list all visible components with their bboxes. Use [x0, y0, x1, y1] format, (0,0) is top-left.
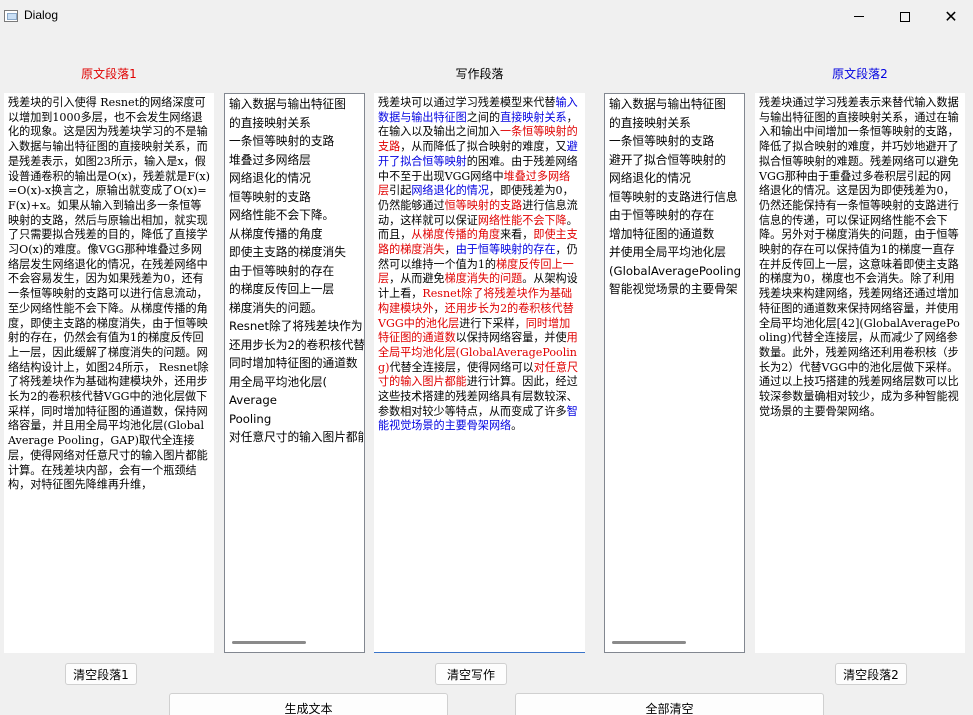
list-item[interactable]: 增加特征图的通道数	[605, 225, 744, 244]
writing-segment: 代替全连接层，使得网络可以	[389, 360, 534, 374]
list-item[interactable]: 即使主支路的梯度消失	[225, 243, 364, 262]
list-item[interactable]: 同时增加特征图的通道数	[225, 354, 364, 373]
para1-textbox[interactable]: 残差块的引入使得 Resnet的网络深度可以增加到1000多层，也不会发生网络退…	[4, 93, 214, 653]
clear-para1-button[interactable]: 清空段落1	[65, 663, 137, 685]
para2-label: 原文段落2	[832, 67, 888, 81]
clear-para2-button[interactable]: 清空段落2	[835, 663, 907, 685]
maximize-button[interactable]	[882, 0, 928, 33]
list-item[interactable]: 网络性能不会下降。	[225, 206, 364, 225]
writing-text: 残差块可以通过学习残差模型来代替输入数据与输出特征图之间的直接映射关系，在输入以…	[374, 93, 585, 437]
list-item[interactable]: 输入数据与输出特征图	[225, 95, 364, 114]
close-button[interactable]: ✕	[928, 0, 973, 33]
phrase-list-2[interactable]: 输入数据与输出特征图 的直接映射关系 一条恒等映射的支路 避开了拟合恒等映射的 网络退化…	[604, 93, 745, 653]
list-item[interactable]: 的直接映射关系	[225, 114, 364, 133]
list-item[interactable]: 由于恒等映射的存在	[605, 206, 744, 225]
list-item[interactable]: 并使用全局平均池化层	[605, 243, 744, 262]
list-item[interactable]: 网络退化的情况	[605, 169, 744, 188]
writing-label: 写作段落	[455, 67, 504, 81]
writing-textbox[interactable]: 残差块可以通过学习残差模型来代替输入数据与输出特征图之间的直接映射关系，在输入以…	[374, 93, 585, 653]
phrase-list-1[interactable]: 输入数据与输出特征图 的直接映射关系 一条恒等映射的支路 堆叠过多网络层 网络退化的情况…	[224, 93, 365, 653]
list-item[interactable]: 堆叠过多网络层	[225, 151, 364, 170]
clear-writing-button[interactable]: 清空写作	[435, 663, 507, 685]
list-item[interactable]: 还用步长为2的卷积核代替	[225, 336, 364, 355]
para1-label: 原文段落1	[81, 67, 137, 81]
list-item[interactable]: Average	[225, 391, 364, 410]
writing-segment: 进行下采样，	[459, 316, 526, 330]
writing-segment: 引起	[389, 184, 412, 198]
list-item[interactable]: (GlobalAveragePooling	[605, 262, 744, 281]
maximize-icon	[900, 11, 910, 22]
para1-text: 残差块的引入使得 Resnet的网络深度可以增加到1000多层，也不会发生网络退…	[8, 96, 210, 492]
minimize-button[interactable]	[836, 0, 882, 33]
scrollbar-thumb[interactable]	[232, 641, 306, 644]
window-title: Dialog	[24, 8, 59, 22]
writing-segment: 梯度消失的问题	[444, 272, 523, 286]
writing-segment: 从梯度传播的角度	[411, 228, 501, 242]
generate-text-button[interactable]: 生成文本	[169, 693, 448, 715]
list-item[interactable]: 智能视觉场景的主要骨架	[605, 280, 744, 299]
minimize-icon	[854, 16, 864, 17]
list-item[interactable]: 恒等映射的支路	[225, 188, 364, 207]
phrase-list-1-hscrollbar[interactable]	[226, 639, 363, 647]
writing-segment: 恒等映射的支路	[444, 198, 523, 212]
list-item[interactable]: Resnet除了将残差块作为	[225, 317, 364, 336]
list-item[interactable]: 避开了拟合恒等映射的	[605, 151, 744, 170]
dialog-app-icon	[4, 10, 18, 22]
title-bar: Dialog ✕	[0, 0, 973, 33]
list-item[interactable]: 输入数据与输出特征图	[605, 95, 744, 114]
writing-segment: ，从而降低了拟合映射的难度，又	[400, 140, 567, 154]
para2-text: 残差块通过学习残差表示来替代输入数据与输出特征图的直接映射关系，通过在输入和输出…	[759, 96, 960, 418]
list-item[interactable]: 用全局平均池化层(	[225, 373, 364, 392]
writing-segment: 。	[511, 419, 523, 433]
list-item[interactable]: 的直接映射关系	[605, 114, 744, 133]
list-item[interactable]: 的梯度反传回上一层	[225, 280, 364, 299]
list-item[interactable]: 由于恒等映射的存在	[225, 262, 364, 281]
clear-all-button[interactable]: 全部清空	[515, 693, 824, 715]
writing-segment: ，从而避免	[389, 272, 445, 286]
writing-segment: ，	[433, 301, 445, 315]
list-item[interactable]: 网络退化的情况	[225, 169, 364, 188]
writing-segment: 之间的	[466, 110, 501, 124]
list-item[interactable]: 从梯度传播的角度	[225, 225, 364, 244]
list-item[interactable]: 梯度消失的问题。	[225, 299, 364, 318]
scrollbar-thumb[interactable]	[612, 641, 686, 644]
close-icon: ✕	[944, 6, 958, 26]
writing-segment: 由于恒等映射的存在	[455, 243, 556, 257]
writing-segment: 来看，	[500, 228, 534, 242]
phrase-list-2-items: 输入数据与输出特征图 的直接映射关系 一条恒等映射的支路 避开了拟合恒等映射的 网络退化…	[605, 94, 744, 299]
para2-textbox[interactable]: 残差块通过学习残差表示来替代输入数据与输出特征图的直接映射关系，通过在输入和输出…	[755, 93, 965, 653]
writing-segment: 残差块可以通过学习残差模型来代替	[378, 96, 556, 109]
list-item[interactable]: 一条恒等映射的支路	[605, 132, 744, 151]
writing-segment: ，	[444, 243, 456, 257]
list-item[interactable]: Pooling	[225, 410, 364, 429]
writing-segment: 网络退化的情况	[411, 184, 489, 198]
writing-segment: 网络性能不会下降	[477, 213, 567, 227]
list-item[interactable]: 恒等映射的支路进行信息	[605, 188, 744, 207]
phrase-list-1-items: 输入数据与输出特征图 的直接映射关系 一条恒等映射的支路 堆叠过多网络层 网络退化的情况…	[225, 94, 364, 447]
writing-segment: 直接映射关系	[500, 110, 567, 124]
writing-segment: 以保持网络容量，并使	[455, 331, 567, 345]
list-item[interactable]: 一条恒等映射的支路	[225, 132, 364, 151]
phrase-list-2-hscrollbar[interactable]	[606, 639, 743, 647]
list-item[interactable]: 对任意尺寸的输入图片都能	[225, 428, 364, 447]
